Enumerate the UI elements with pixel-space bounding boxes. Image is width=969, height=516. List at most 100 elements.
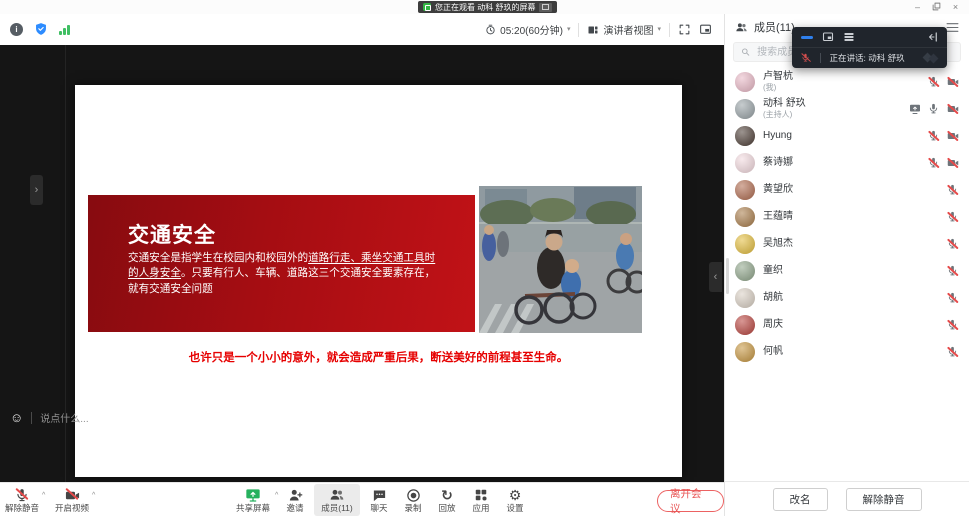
view-mode-selector[interactable]: 演讲者视图 ▾ [587,22,661,37]
collapse-panel-icon[interactable] [926,31,938,43]
slide-red-banner: 交通安全 交通安全是指学生在校园内和校园外的道路行走、乘坐交通工具时的人身安全。… [88,195,475,332]
member-row[interactable]: 吴旭杰 [725,230,969,257]
mic-muted-icon [947,319,959,331]
invite-label: 邀请 [286,504,303,513]
settings-button[interactable]: ⚙ 设置 [498,484,532,516]
expand-share-view-button[interactable] [539,3,552,12]
member-row[interactable]: 周庆 [725,311,969,338]
record-icon [405,487,421,503]
leave-meeting-button[interactable]: 离开会议 [657,490,724,512]
camera-off-icon [947,130,959,142]
mic-muted-icon [928,157,940,169]
titlebar: 您正在观看 动科 舒玖的屏幕 – × [0,0,969,15]
member-row[interactable]: 童织 [725,257,969,284]
member-name: 吴旭杰 [763,238,793,250]
member-name: 动科 舒玖 [763,98,806,110]
settings-label: 设置 [506,504,523,513]
start-video-button[interactable]: 开启视频 ^ [52,484,92,516]
share-screen-icon [245,487,261,503]
member-row[interactable]: 王蕴晴 [725,203,969,230]
member-row[interactable]: 胡航 [725,284,969,311]
app-logo-icon [423,3,431,11]
minimize-bar-icon[interactable] [801,36,813,39]
member-name: 何帆 [763,346,783,358]
menu-icon[interactable] [946,22,959,33]
members-button[interactable]: 成员(11) [314,484,360,516]
chat-button[interactable]: 聊天 [362,484,396,516]
minimize-button[interactable]: – [908,0,927,13]
member-role: (主持人) [763,110,806,119]
member-row[interactable]: Hyung [725,122,969,149]
share-screen-label: 共享屏幕 [236,504,270,513]
meeting-toolbar: 解除静音 ^ 开启视频 ^ 共享屏幕 ^ [0,482,724,516]
record-button[interactable]: 录制 [396,484,430,516]
timer-text: 05:20(60分钟) [500,22,563,37]
fullscreen-icon[interactable] [678,23,691,36]
chat-bubble-icon [371,487,387,503]
chevron-right-icon: › [35,184,39,196]
member-name: 周庆 [763,319,783,331]
restore-button[interactable] [927,0,946,13]
video-options-caret[interactable]: ^ [92,492,95,499]
presentation-stage: › 交通安全 交通安全是指学生在校园内和校园外的道路行走、乘坐交通工具时的人身安… [0,45,724,482]
expand-left-panel-tab[interactable]: › [30,175,43,205]
mic-muted-icon [947,238,959,250]
mic-muted-icon [947,265,959,277]
security-shield-icon[interactable] [34,22,48,36]
mic-muted-icon [928,130,940,142]
network-signal-icon[interactable] [59,24,70,35]
member-row[interactable]: 动科 舒玖 (主持人) [725,95,969,122]
expand-icon [542,4,549,10]
member-row[interactable]: 蔡诗娜 [725,149,969,176]
member-name: 王蕴晴 [763,211,793,223]
avatar [735,207,755,227]
emoji-icon[interactable]: ☺ [10,411,23,424]
start-video-label: 开启视频 [55,504,89,513]
speaking-status-row: 正在讲话: 动科 舒玖 [792,47,947,68]
record-label: 录制 [404,504,421,513]
scrollbar-thumb[interactable] [726,258,729,294]
status-icons: i [10,22,70,36]
pip-view-icon[interactable] [822,31,834,43]
avatar [735,180,755,200]
pop-out-window-icon[interactable] [699,23,712,36]
mic-muted-icon [947,184,959,196]
chevron-down-icon: ▾ [567,26,571,33]
list-view-icon[interactable] [843,31,855,43]
member-name: 卢智杭 [763,71,793,83]
timer-icon [485,24,496,35]
quick-chat-bar[interactable]: ☺ 说点什么... [10,410,89,425]
apps-button[interactable]: 应用 [464,484,498,516]
members-panel-title: 成员(11) [754,19,795,35]
watching-screen-banner[interactable]: 您正在观看 动科 舒玖的屏幕 [418,1,557,13]
unmute-all-button[interactable]: 解除静音 [846,488,922,511]
camera-off-icon [64,487,80,503]
member-name: 黄望欣 [763,184,793,196]
member-name: 蔡诗娜 [763,157,793,169]
member-row[interactable]: 何帆 [725,338,969,365]
collapse-panel-tab[interactable]: ‹ [709,262,722,292]
meeting-info-icon[interactable]: i [10,23,23,36]
close-button[interactable]: × [946,0,965,13]
camera-off-icon [947,76,959,88]
replay-button[interactable]: ↻ 回放 [430,484,464,516]
member-row[interactable]: 卢智杭 (我) [725,68,969,95]
member-row[interactable]: 黄望欣 [725,176,969,203]
replay-label: 回放 [438,504,455,513]
slide-warning-text: 也许只是一个小小的意外，就会造成严重后果，断送美好的前程甚至生命。 [75,349,682,365]
apps-label: 应用 [472,504,489,513]
member-role: (我) [763,83,793,92]
invite-button[interactable]: 邀请 [278,484,312,516]
mic-options-caret[interactable]: ^ [42,492,45,499]
share-screen-button[interactable]: 共享屏幕 ^ [230,484,276,516]
camera-off-icon [947,157,959,169]
meeting-timer[interactable]: 05:20(60分钟) ▾ [485,22,570,37]
avatar [735,72,755,92]
unmute-button[interactable]: 解除静音 ^ [2,484,42,516]
avatar [735,315,755,335]
members-panel-footer: 改名 解除静音 [725,481,969,516]
divider [31,412,32,424]
rename-button[interactable]: 改名 [773,488,828,511]
mic-on-icon [928,103,940,115]
meeting-app-window: 您正在观看 动科 舒玖的屏幕 – × i [0,0,969,516]
